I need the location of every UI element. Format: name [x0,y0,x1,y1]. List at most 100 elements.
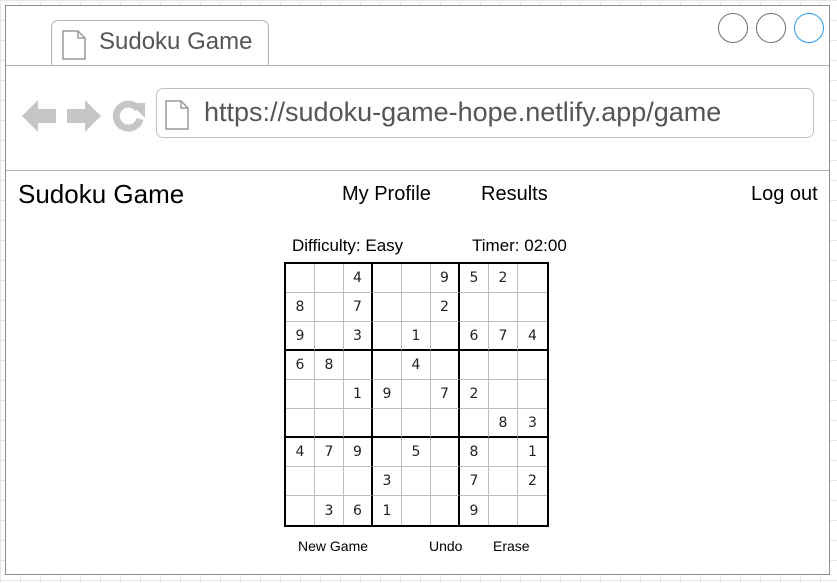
difficulty-label: Difficulty: Easy [292,236,404,255]
sudoku-cell[interactable] [286,380,315,409]
sudoku-cell[interactable] [460,351,489,380]
sudoku-cell[interactable]: 3 [518,409,547,438]
sudoku-cell[interactable]: 1 [518,438,547,467]
sudoku-cell[interactable]: 8 [489,409,518,438]
sudoku-cell[interactable] [344,409,373,438]
url-text[interactable]: https://sudoku-game-hope.netlify.app/gam… [204,97,721,128]
sudoku-cell[interactable]: 7 [315,438,344,467]
sudoku-cell[interactable] [402,409,431,438]
sudoku-cell[interactable]: 7 [489,322,518,351]
sudoku-cell[interactable] [286,467,315,496]
sudoku-cell[interactable]: 1 [402,322,431,351]
sudoku-cell[interactable] [518,351,547,380]
sudoku-cell[interactable] [402,467,431,496]
maximize-button[interactable] [794,13,824,43]
sudoku-cell[interactable] [373,438,402,467]
sudoku-cell[interactable] [489,496,518,525]
sudoku-cell[interactable] [373,351,402,380]
address-bar[interactable]: https://sudoku-game-hope.netlify.app/gam… [156,88,814,138]
sudoku-cell[interactable]: 4 [518,322,547,351]
sudoku-cell[interactable] [315,380,344,409]
tab-divider [6,65,829,66]
sudoku-cell[interactable]: 4 [402,351,431,380]
sudoku-cell[interactable] [315,467,344,496]
sudoku-cell[interactable] [286,264,315,293]
sudoku-cell[interactable]: 1 [344,380,373,409]
sudoku-cell[interactable] [286,496,315,525]
nav-my-profile[interactable]: My Profile [342,183,431,206]
sudoku-cell[interactable] [489,293,518,322]
sudoku-cell[interactable] [518,496,547,525]
back-arrow-icon[interactable] [22,99,58,138]
sudoku-cell[interactable] [402,380,431,409]
sudoku-cell[interactable]: 7 [431,380,460,409]
sudoku-cell[interactable] [431,438,460,467]
sudoku-cell[interactable]: 3 [373,467,402,496]
undo-button[interactable]: Undo [429,538,462,554]
sudoku-cell[interactable] [431,409,460,438]
tab-title: Sudoku Game [99,28,253,55]
sudoku-cell[interactable]: 2 [489,264,518,293]
sudoku-cell[interactable] [460,409,489,438]
sudoku-cell[interactable]: 2 [431,293,460,322]
sudoku-cell[interactable]: 9 [373,380,402,409]
sudoku-cell[interactable] [402,496,431,525]
page-icon [165,100,189,135]
sudoku-cell[interactable] [344,351,373,380]
sudoku-cell[interactable] [518,264,547,293]
sudoku-cell[interactable]: 2 [518,467,547,496]
restore-button[interactable] [756,13,786,43]
sudoku-cell[interactable] [373,264,402,293]
sudoku-cell[interactable] [431,351,460,380]
sudoku-cell[interactable]: 2 [460,380,489,409]
sudoku-cell[interactable] [344,467,373,496]
sudoku-cell[interactable] [373,322,402,351]
sudoku-cell[interactable]: 4 [344,264,373,293]
sudoku-cell[interactable] [518,380,547,409]
sudoku-cell[interactable]: 6 [460,322,489,351]
sudoku-cell[interactable] [431,496,460,525]
nav-results[interactable]: Results [481,183,548,206]
sudoku-cell[interactable]: 5 [402,438,431,467]
sudoku-cell[interactable]: 7 [460,467,489,496]
sudoku-cell[interactable]: 8 [315,351,344,380]
sudoku-cell[interactable] [315,322,344,351]
sudoku-cell[interactable]: 4 [286,438,315,467]
minimize-button[interactable] [718,13,748,43]
sudoku-cell[interactable] [489,438,518,467]
sudoku-cell[interactable]: 6 [286,351,315,380]
sudoku-cell[interactable]: 9 [286,322,315,351]
sudoku-cell[interactable] [489,380,518,409]
sudoku-cell[interactable] [315,409,344,438]
sudoku-cell[interactable] [315,264,344,293]
sudoku-cell[interactable] [489,467,518,496]
sudoku-cell[interactable] [315,293,344,322]
sudoku-cell[interactable] [373,409,402,438]
sudoku-cell[interactable]: 6 [344,496,373,525]
logout-link[interactable]: Log out [751,183,818,206]
sudoku-cell[interactable]: 3 [315,496,344,525]
sudoku-cell[interactable] [402,293,431,322]
new-game-button[interactable]: New Game [298,538,368,554]
sudoku-cell[interactable]: 8 [460,438,489,467]
browser-tab[interactable]: Sudoku Game [51,20,269,66]
sudoku-cell[interactable] [402,264,431,293]
erase-button[interactable]: Erase [493,538,530,554]
sudoku-cell[interactable]: 8 [286,293,315,322]
sudoku-cell[interactable]: 5 [460,264,489,293]
sudoku-cell[interactable] [431,322,460,351]
sudoku-cell[interactable]: 1 [373,496,402,525]
sudoku-cell[interactable] [460,293,489,322]
forward-arrow-icon[interactable] [66,99,102,138]
sudoku-cell[interactable]: 9 [431,264,460,293]
sudoku-cell[interactable] [373,293,402,322]
sudoku-cell[interactable] [518,293,547,322]
sudoku-cell[interactable] [489,351,518,380]
reload-icon[interactable] [112,99,146,138]
sudoku-cell[interactable]: 9 [344,438,373,467]
sudoku-cell[interactable]: 9 [460,496,489,525]
sudoku-cell[interactable] [431,467,460,496]
sudoku-cell[interactable]: 3 [344,322,373,351]
sudoku-cell[interactable]: 7 [344,293,373,322]
sudoku-cell[interactable] [286,409,315,438]
